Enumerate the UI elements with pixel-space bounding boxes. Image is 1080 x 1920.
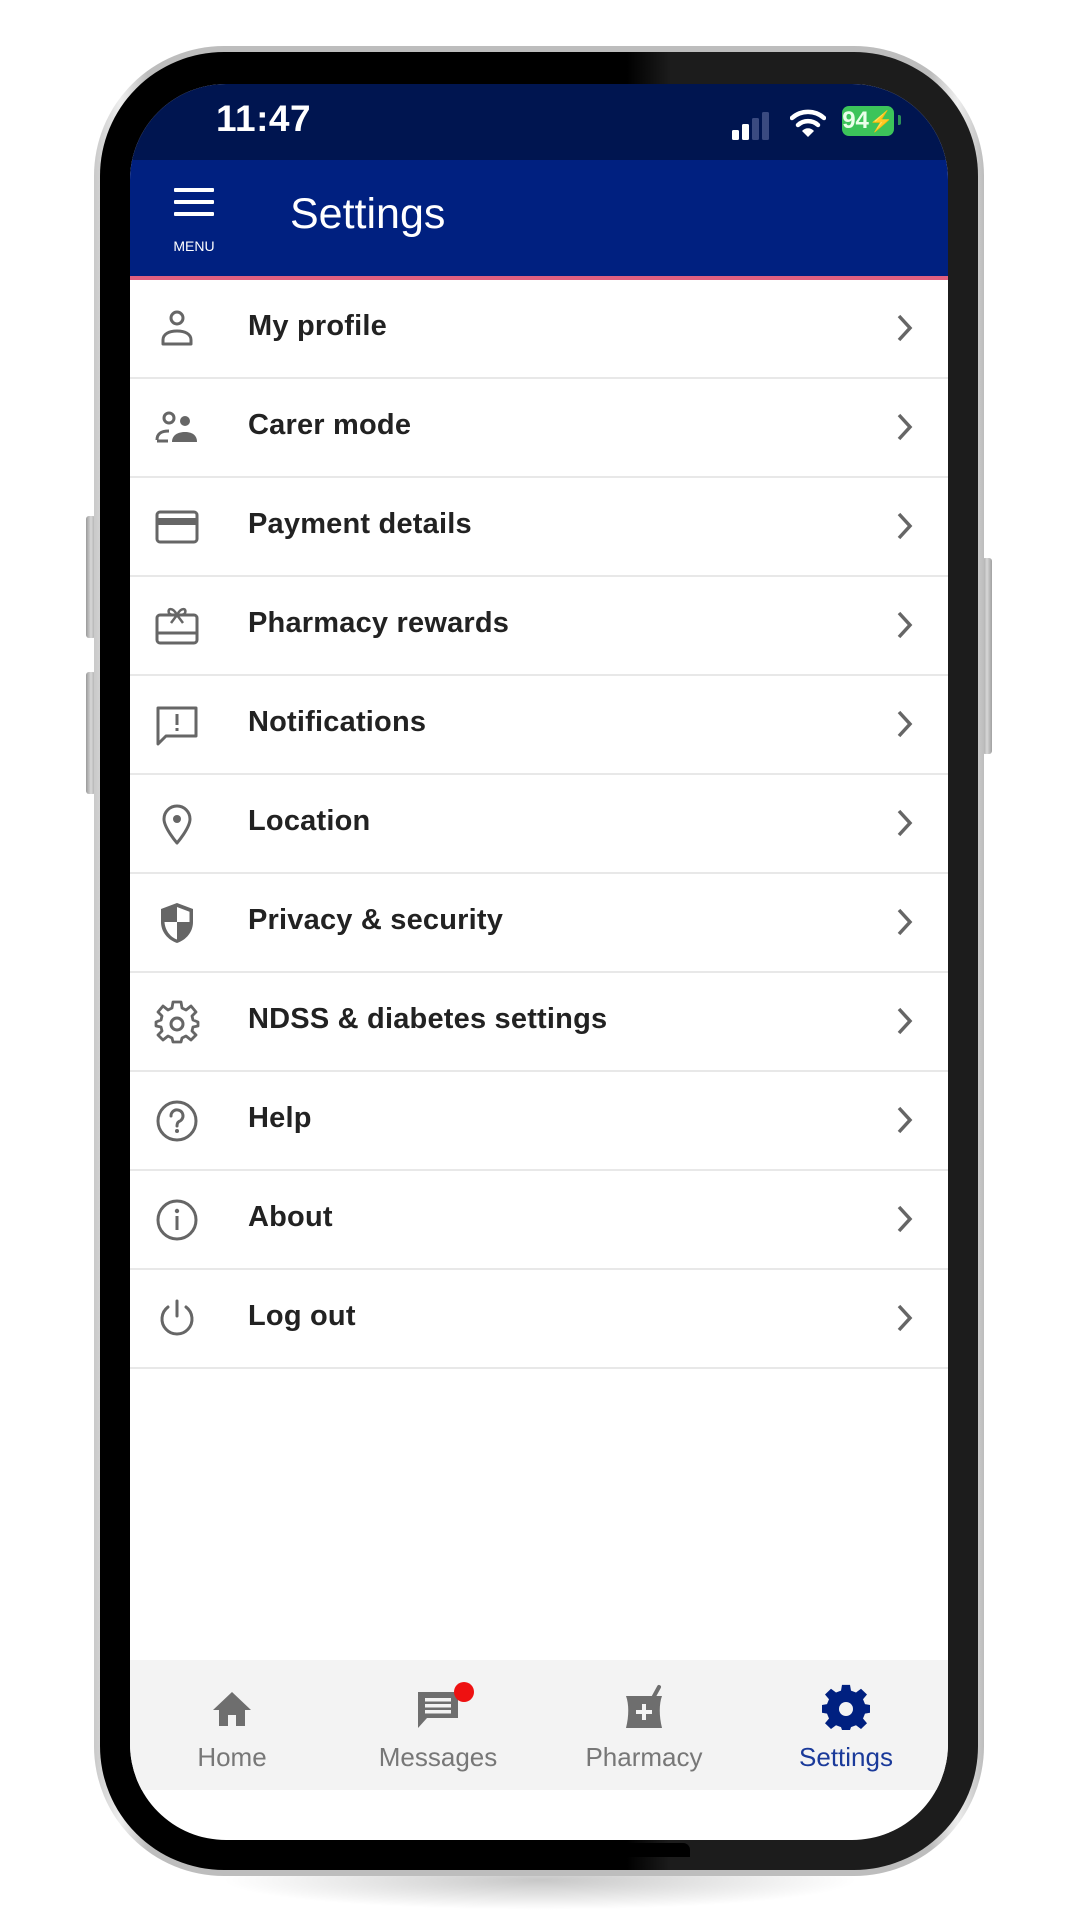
- tab-label: Home: [197, 1742, 267, 1772]
- status-bar: 11:47 94⚡: [130, 84, 948, 160]
- settings-item-label: My profile: [248, 310, 387, 342]
- menu-label: MENU: [173, 238, 215, 254]
- tab-messages[interactable]: Messages: [336, 1660, 540, 1790]
- settings-item-label: Help: [248, 1102, 312, 1134]
- shield-icon: [161, 903, 193, 943]
- settings-item-label: NDSS & diabetes settings: [248, 1003, 608, 1035]
- tab-label: Settings: [799, 1742, 893, 1772]
- page-title: Settings: [290, 190, 446, 238]
- mortar-pestle-icon: [626, 1685, 662, 1728]
- battery-indicator: 94⚡: [842, 106, 894, 136]
- settings-item-location[interactable]: Location: [130, 775, 948, 874]
- settings-item-my-profile[interactable]: My profile: [130, 280, 948, 379]
- hamburger-icon: [174, 188, 214, 192]
- settings-list: My profile Carer mode Payment details Ph…: [130, 280, 948, 1369]
- settings-item-label: Notifications: [248, 706, 427, 738]
- settings-item-carer-mode[interactable]: Carer mode: [130, 379, 948, 478]
- location-pin-icon: [162, 804, 192, 845]
- settings-item-pharmacy-rewards[interactable]: Pharmacy rewards: [130, 577, 948, 676]
- chevron-right-icon: [897, 611, 913, 639]
- chevron-right-icon: [897, 809, 913, 837]
- tab-home[interactable]: Home: [130, 1660, 334, 1790]
- chevron-right-icon: [897, 908, 913, 936]
- phone-screen: 11:47 94⚡ MENU Settings My profile Carer…: [130, 84, 948, 1840]
- help-circle-icon: [156, 1100, 198, 1142]
- settings-item-label: Privacy & security: [248, 904, 504, 936]
- home-indicator: [394, 1843, 690, 1857]
- tab-label: Pharmacy: [585, 1742, 703, 1772]
- cellular-signal-icon: [732, 112, 772, 140]
- unread-badge: [454, 1682, 474, 1702]
- chevron-right-icon: [897, 1304, 913, 1332]
- status-time: 11:47: [216, 98, 312, 139]
- alert-message-icon: [156, 706, 198, 746]
- chevron-right-icon: [897, 1205, 913, 1233]
- battery-percent: 94: [842, 107, 869, 134]
- settings-item-label: Log out: [248, 1300, 356, 1332]
- power-icon: [160, 1299, 194, 1336]
- battery-tip: [898, 115, 901, 125]
- tab-settings[interactable]: Settings: [744, 1660, 948, 1790]
- gear-icon: [154, 1000, 200, 1044]
- info-circle-icon: [156, 1199, 198, 1241]
- settings-item-notifications[interactable]: Notifications: [130, 676, 948, 775]
- tab-pharmacy[interactable]: Pharmacy: [542, 1660, 746, 1790]
- settings-item-ndss-diabetes[interactable]: NDSS & diabetes settings: [130, 973, 948, 1072]
- chevron-right-icon: [897, 314, 913, 342]
- app-header: MENU Settings: [130, 160, 948, 280]
- bottom-navigation: Home Messages Pharmacy Settings: [130, 1660, 948, 1790]
- gear-icon: [822, 1684, 870, 1730]
- gift-card-icon: [155, 607, 199, 645]
- settings-item-help[interactable]: Help: [130, 1072, 948, 1171]
- settings-item-privacy-security[interactable]: Privacy & security: [130, 874, 948, 973]
- settings-item-label: Pharmacy rewards: [248, 607, 510, 639]
- tab-label: Messages: [378, 1742, 498, 1772]
- chevron-right-icon: [897, 1106, 913, 1134]
- settings-item-label: Payment details: [248, 508, 472, 540]
- credit-card-icon: [155, 510, 199, 544]
- charging-bolt-icon: ⚡: [868, 111, 894, 133]
- people-icon: [155, 411, 197, 443]
- settings-item-payment-details[interactable]: Payment details: [130, 478, 948, 577]
- menu-button[interactable]: MENU: [170, 188, 218, 254]
- chevron-right-icon: [897, 413, 913, 441]
- chevron-right-icon: [897, 512, 913, 540]
- settings-item-label: Carer mode: [248, 409, 412, 441]
- settings-item-label: Location: [248, 805, 371, 837]
- home-icon: [213, 1692, 251, 1726]
- settings-item-about[interactable]: About: [130, 1171, 948, 1270]
- settings-item-label: About: [248, 1201, 333, 1233]
- hamburger-icon-line: [174, 200, 214, 204]
- hamburger-icon-line: [174, 212, 214, 216]
- person-icon: [161, 310, 193, 346]
- wifi-icon: [790, 109, 826, 137]
- chevron-right-icon: [897, 1007, 913, 1035]
- chevron-right-icon: [897, 710, 913, 738]
- settings-item-log-out[interactable]: Log out: [130, 1270, 948, 1369]
